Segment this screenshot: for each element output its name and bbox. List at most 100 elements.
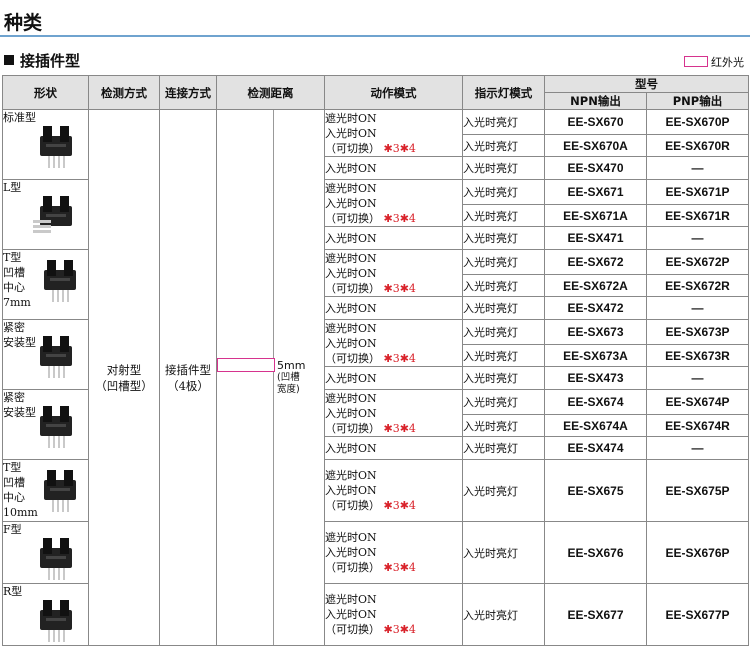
sensor-product-image <box>31 404 81 458</box>
note-3-mark: ✱3 <box>383 623 400 636</box>
npn-model-cell: EE-SX674A <box>544 414 647 437</box>
header-connection: 连接方式 <box>159 75 217 110</box>
indicator-cell: 入光时亮灯 <box>462 319 545 345</box>
npn-model-cell: EE-SX670 <box>544 109 647 135</box>
npn-model-cell: EE-SX673 <box>544 319 647 345</box>
distance-cell: 5mm (凹槽 宽度) <box>216 109 325 646</box>
pnp-model: EE-SX677P <box>665 607 730 622</box>
pnp-model-cell: EE-SX671P <box>646 179 749 205</box>
pnp-model-cell: — <box>646 156 749 180</box>
indicator-text: 入光时亮灯 <box>463 279 518 293</box>
operation-cell: 遮光时ON 入光时ON （可切换） ✱3✱4 <box>324 109 463 157</box>
legend-label: 红外光 <box>711 56 744 69</box>
operation-light-on-only: 入光时ON <box>325 231 377 245</box>
section-title-text: 接插件型 <box>20 52 81 70</box>
npn-model: EE-SX674A <box>563 418 628 433</box>
header-indicator: 指示灯模式 <box>462 75 545 110</box>
pnp-model-cell: EE-SX671R <box>646 204 749 227</box>
operation-light-on: 入光时ON <box>325 608 377 621</box>
operation-cell: 遮光时ON 入光时ON （可切换） ✱3✱4 <box>324 521 463 584</box>
pnp-model: EE-SX673P <box>665 325 730 339</box>
sensor-product-image <box>31 536 81 590</box>
indicator-text: 入光时亮灯 <box>463 326 518 339</box>
shape-cell: T型 凹槽 中心 7mm <box>2 249 89 320</box>
operation-cell: 遮光时ON 入光时ON （可切换） ✱3✱4 <box>324 319 463 367</box>
method-cell: 对射型 （凹槽型） <box>88 109 160 646</box>
connection-text-1: 接插件型 <box>165 362 211 377</box>
sensor-product-image <box>35 258 85 312</box>
indicator-cell: 入光时亮灯 <box>462 226 545 250</box>
indicator-cell: 入光时亮灯 <box>462 414 545 437</box>
header-model: 型号 <box>544 75 749 93</box>
header-distance: 检测距离 <box>216 75 325 110</box>
indicator-text: 入光时亮灯 <box>463 546 518 560</box>
pnp-model-cell: EE-SX673R <box>646 344 749 367</box>
indicator-text: 入光时亮灯 <box>463 396 518 409</box>
operation-cell: 遮光时ON 入光时ON （可切换） ✱3✱4 <box>324 583 463 646</box>
indicator-text: 入光时亮灯 <box>463 419 518 433</box>
operation-dark-on: 遮光时ON <box>325 391 377 405</box>
header-method: 检测方式 <box>88 75 160 110</box>
sensor-product-image <box>35 468 85 522</box>
pnp-model: EE-SX670R <box>665 138 730 153</box>
indicator-text: 入光时亮灯 <box>463 256 518 269</box>
pnp-model-cell: — <box>646 226 749 250</box>
npn-model-cell: EE-SX674 <box>544 389 647 415</box>
page-title: 种类 <box>4 12 43 34</box>
indicator-text: 入光时亮灯 <box>463 608 518 622</box>
connection-text-2: （4极） <box>167 378 209 393</box>
operation-switchable: （可切换） <box>325 211 380 225</box>
pnp-model-cell: EE-SX672P <box>646 249 749 275</box>
indicator-text: 入光时亮灯 <box>463 186 518 199</box>
operation-cell: 入光时ON <box>324 366 463 390</box>
note-3-mark: ✱3 <box>383 421 400 435</box>
header-operation: 动作模式 <box>324 75 463 110</box>
operation-cell: 入光时ON <box>324 226 463 250</box>
header-pnp: PNP输出 <box>646 92 749 110</box>
pnp-model-cell: — <box>646 436 749 460</box>
npn-model-cell: EE-SX472 <box>544 296 647 320</box>
operation-switchable: （可切换） <box>325 351 380 365</box>
sensor-product-image <box>31 194 81 248</box>
operation-switchable: （可切换） <box>325 623 380 636</box>
shape-cell: F型 <box>2 521 89 584</box>
shape-cell: L型 <box>2 179 89 250</box>
pnp-model: EE-SX672R <box>665 278 730 293</box>
operation-light-on-only: 入光时ON <box>325 441 377 455</box>
table-row: 标准型 对射型 （凹槽型） 接插件型 （4极） 5mm (凹槽 宽度) 遮光时ON 入光时ON （可… <box>2 109 749 646</box>
note-3-mark: ✱3 <box>383 281 400 295</box>
pnp-model: — <box>691 441 704 455</box>
pnp-model: — <box>691 301 704 315</box>
npn-model: EE-SX676 <box>567 545 624 560</box>
operation-light-on-only: 入光时ON <box>325 301 377 315</box>
pnp-model: EE-SX671P <box>665 185 730 199</box>
operation-dark-on: 遮光时ON <box>325 321 377 335</box>
note-4-mark: ✱4 <box>399 281 416 295</box>
pnp-model: EE-SX673R <box>665 348 730 363</box>
pnp-model-cell: EE-SX674R <box>646 414 749 437</box>
indicator-cell: 入光时亮灯 <box>462 366 545 390</box>
note-3-mark: ✱3 <box>383 499 400 512</box>
npn-model-cell: EE-SX671A <box>544 204 647 227</box>
npn-model: EE-SX677 <box>567 607 624 622</box>
npn-model: EE-SX474 <box>567 441 624 455</box>
indicator-cell: 入光时亮灯 <box>462 521 545 584</box>
operation-light-on: 入光时ON <box>325 406 377 420</box>
indicator-cell: 入光时亮灯 <box>462 204 545 227</box>
connection-cell: 接插件型 （4极） <box>159 109 217 646</box>
operation-light-on-only: 入光时ON <box>325 161 377 175</box>
indicator-cell: 入光时亮灯 <box>462 156 545 180</box>
operation-switchable: （可切换） <box>325 561 380 574</box>
infrared-swatch-icon <box>684 56 708 67</box>
shape-label: 标准型 <box>3 111 36 124</box>
title-rule <box>0 35 750 37</box>
npn-model-cell: EE-SX672 <box>544 249 647 275</box>
note-3-mark: ✱3 <box>383 351 400 365</box>
pnp-model-cell: EE-SX670R <box>646 134 749 157</box>
distance-mm: 5mm <box>277 359 306 372</box>
pnp-model-cell: — <box>646 366 749 390</box>
indicator-cell: 入光时亮灯 <box>462 296 545 320</box>
note-3-mark: ✱3 <box>383 211 400 225</box>
shape-cell: R型 <box>2 583 89 646</box>
npn-model: EE-SX673A <box>563 348 628 363</box>
